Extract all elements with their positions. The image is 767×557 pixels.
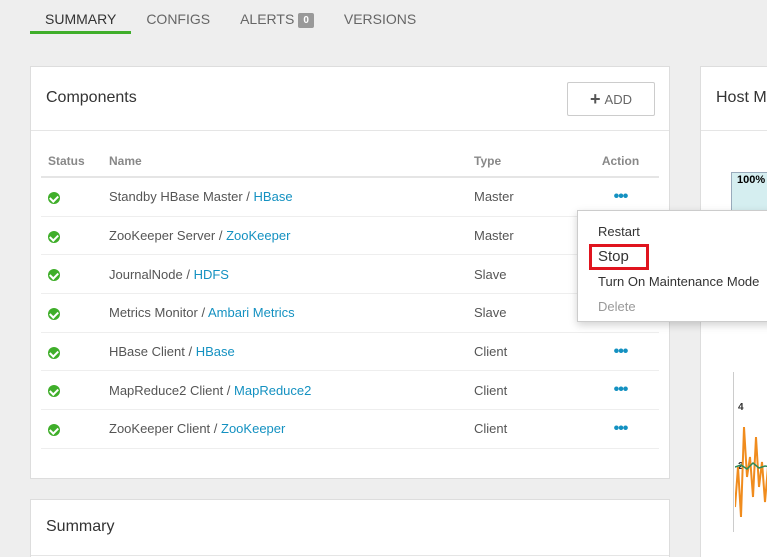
type-cell: Client	[474, 421, 508, 437]
menu-item-restart[interactable]: Restart	[578, 219, 767, 244]
tab-summary[interactable]: SUMMARY	[30, 0, 132, 34]
components-title: Components	[46, 89, 137, 106]
more-actions-icon[interactable]: •••	[614, 188, 629, 205]
type-cell: Client	[474, 344, 508, 360]
component-name: MapReduce2 Client	[109, 382, 224, 398]
summary-title: Summary	[46, 518, 115, 535]
component-name: Standby HBase Master	[109, 189, 243, 205]
menu-item-stop-label: Stop	[598, 248, 629, 265]
status-ok-icon	[48, 346, 60, 359]
alerts-count-badge: 0	[298, 13, 314, 28]
summary-divider	[31, 555, 669, 556]
status-cell	[41, 421, 109, 437]
more-actions-icon[interactable]: •••	[614, 420, 629, 437]
component-name: ZooKeeper Server	[109, 228, 216, 244]
menu-item-maintenance[interactable]: Turn On Maintenance Mode	[578, 269, 767, 294]
name-cell: Metrics Monitor / Ambari Metrics	[109, 305, 295, 321]
table-row: Standby HBase Master / HBase Master •••	[41, 178, 659, 217]
status-ok-icon	[48, 230, 60, 243]
component-name: HBase Client	[109, 344, 185, 360]
column-name: Name	[109, 153, 142, 168]
name-cell: ZooKeeper Server / ZooKeeper	[109, 228, 291, 244]
table-header: Status Name Type Action	[41, 145, 659, 178]
tab-configs-label: CONFIGS	[146, 11, 211, 27]
service-link[interactable]: ZooKeeper	[221, 421, 285, 436]
series-line-orange	[735, 426, 767, 518]
action-cell: •••	[582, 382, 659, 398]
add-button-label: ADD	[604, 91, 632, 107]
status-cell	[41, 383, 109, 398]
name-cell: Standby HBase Master / HBase	[109, 189, 293, 205]
network-series-chart	[735, 426, 767, 518]
host-metrics-header: Host Metrics	[701, 67, 767, 131]
tab-configs[interactable]: CONFIGS	[131, 0, 225, 34]
tab-versions[interactable]: VERSIONS	[329, 0, 431, 34]
chart-axis-y	[733, 372, 734, 532]
tab-alerts-label: ALERTS	[240, 11, 295, 27]
component-name: JournalNode	[109, 266, 183, 282]
more-actions-icon[interactable]: •••	[614, 381, 629, 398]
menu-item-stop[interactable]: Stop	[578, 244, 767, 270]
tab-versions-label: VERSIONS	[343, 11, 417, 27]
table-row: HBase Client / HBase Client •••	[41, 333, 659, 372]
component-name: Metrics Monitor	[109, 305, 198, 321]
host-metrics-title: Host Metrics	[716, 89, 767, 106]
column-type: Type	[474, 153, 502, 168]
components-card-header: Components + ADD	[31, 67, 669, 131]
type-cell: Slave	[474, 305, 507, 321]
service-link[interactable]: HBase	[196, 344, 235, 359]
table-row: Metrics Monitor / Ambari MetricsSlave•••	[41, 294, 659, 333]
action-dropdown-menu: Restart Stop Turn On Maintenance Mode De…	[577, 210, 767, 322]
cpu-usage-label: 100%	[737, 174, 766, 186]
components-card: Components + ADD Status Name Type Action…	[30, 66, 670, 479]
table-row: ZooKeeper Server / ZooKeeperMaster•••	[41, 217, 659, 256]
name-cell: JournalNode / HDFS	[109, 266, 229, 282]
status-cell	[41, 305, 109, 320]
component-name: ZooKeeper Client	[109, 421, 211, 437]
summary-card: Summary	[30, 499, 670, 557]
table-body: Standby HBase Master / HBase Master ••• Zoo…	[41, 178, 659, 449]
table-row: JournalNode / HDFSSlave•••	[41, 255, 659, 295]
table-row: ZooKeeper Client / ZooKeeper Client •••	[41, 410, 659, 449]
name-cell: ZooKeeper Client / ZooKeeper	[109, 421, 286, 437]
add-component-button[interactable]: + ADD	[567, 82, 655, 116]
action-cell: •••	[582, 420, 659, 437]
type-cell: Master	[474, 189, 514, 205]
status-cell	[41, 344, 109, 359]
column-action: Action	[601, 153, 640, 168]
more-actions-icon[interactable]: •••	[614, 343, 629, 360]
name-cell: HBase Client / HBase	[109, 344, 235, 360]
status-ok-icon	[48, 385, 60, 398]
plus-icon: +	[590, 89, 601, 109]
column-status: Status	[48, 153, 85, 168]
tab-summary-label: SUMMARY	[45, 11, 117, 27]
service-link[interactable]: HBase	[254, 189, 293, 204]
type-cell: Slave	[474, 266, 507, 282]
action-cell: •••	[582, 343, 659, 360]
tab-alerts[interactable]: ALERTS 0	[225, 0, 329, 34]
table-row: MapReduce2 Client / MapReduce2 Client •••	[41, 371, 659, 411]
name-cell: MapReduce2 Client / MapReduce2	[109, 382, 312, 398]
status-ok-icon	[48, 269, 60, 282]
action-cell: •••	[582, 188, 659, 205]
service-link[interactable]: HDFS	[194, 267, 229, 282]
service-link[interactable]: ZooKeeper	[226, 228, 290, 243]
components-table: Status Name Type Action Standby HBase Ma…	[41, 145, 659, 449]
menu-item-delete: Delete	[598, 299, 636, 314]
status-ok-icon	[48, 191, 60, 204]
status-ok-icon	[48, 307, 60, 320]
type-cell: Client	[474, 382, 508, 398]
status-cell	[41, 228, 109, 243]
status-ok-icon	[48, 424, 60, 437]
service-link[interactable]: MapReduce2	[234, 383, 311, 398]
tab-bar: SUMMARY CONFIGS ALERTS 0 VERSIONS	[30, 0, 431, 34]
status-cell	[41, 189, 109, 204]
type-cell: Master	[474, 228, 514, 244]
service-link[interactable]: Ambari Metrics	[208, 305, 295, 320]
status-cell	[41, 267, 109, 282]
